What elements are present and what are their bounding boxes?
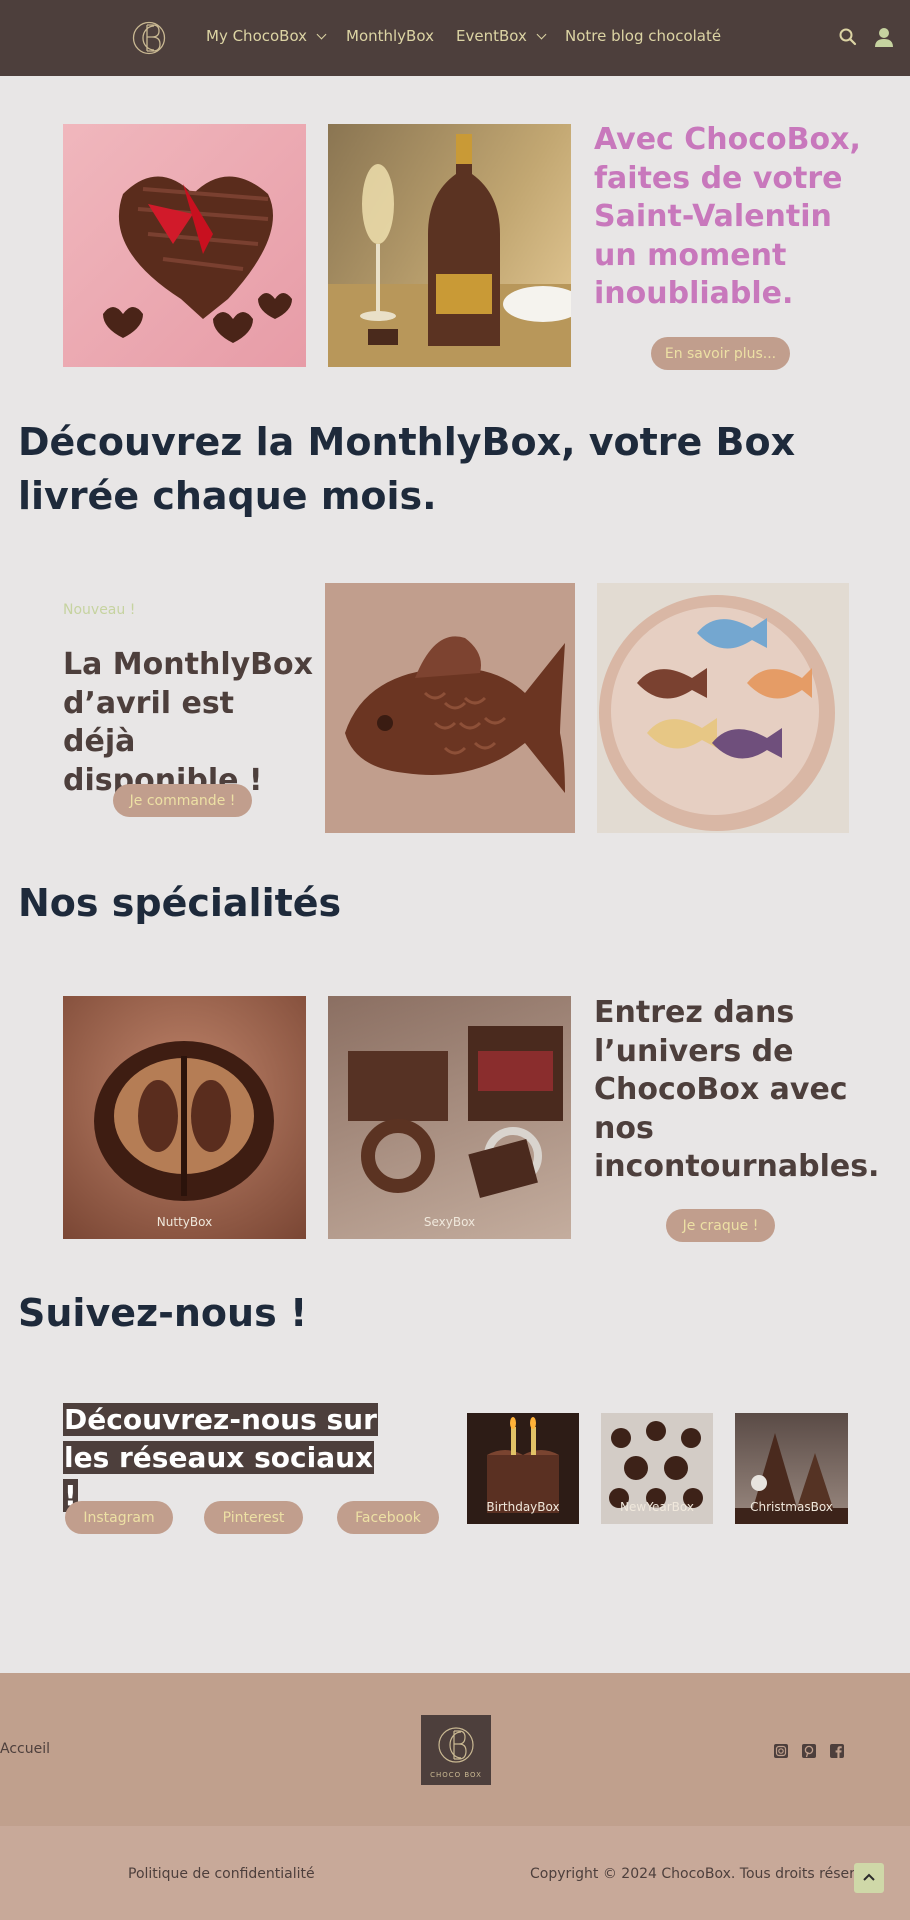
social-heading: Découvrez-nous sur les réseaux sociaux !	[63, 1401, 393, 1515]
footer-logo[interactable]: CHOCO BOX	[421, 1715, 491, 1785]
scroll-to-top-button[interactable]	[854, 1863, 884, 1893]
newyearbox-label: NewYearBox	[620, 1500, 694, 1514]
learn-more-button[interactable]: En savoir plus...	[651, 337, 790, 370]
sexybox-image: SexyBox	[328, 996, 571, 1239]
facebook-button[interactable]: Facebook	[337, 1501, 439, 1534]
cb-monogram-logo[interactable]	[132, 16, 166, 60]
specialties-heading: Entrez dans l’univers de ChocoBox avec n…	[594, 995, 880, 1184]
hero-heading: Avec ChocoBox, faites de votre Saint-Val…	[594, 122, 861, 311]
footer-home-link[interactable]: Accueil	[0, 1741, 50, 1757]
order-button[interactable]: Je commande !	[113, 784, 252, 817]
monthly-section-title: Découvrez la MonthlyBox, votre Box livré…	[18, 420, 796, 518]
footer-logo-text: CHOCO BOX	[430, 1771, 482, 1779]
facebook-icon[interactable]	[829, 1743, 845, 1759]
sexybox-label: SexyBox	[423, 1215, 476, 1229]
chevron-up-icon	[863, 1873, 875, 1881]
search-icon[interactable]	[838, 27, 858, 47]
nav-item-monthlybox[interactable]: MonthlyBox	[346, 27, 434, 45]
nav-item-my-chocobox[interactable]: My ChocoBox	[206, 27, 327, 45]
nav-label: Notre blog chocolaté	[565, 27, 722, 45]
christmasbox-label: ChristmasBox	[750, 1500, 833, 1514]
privacy-link[interactable]: Politique de confidentialité	[128, 1866, 315, 1882]
nuttybox-label: NuttyBox	[156, 1215, 213, 1229]
instagram-button[interactable]: Instagram	[65, 1501, 173, 1534]
chevron-down-icon	[316, 29, 327, 39]
christmasbox-image: ChristmasBox	[735, 1413, 848, 1524]
nav-item-blog[interactable]: Notre blog chocolaté	[565, 27, 721, 45]
site-header: My ChocoBox MonthlyBox EventBox Notre bl…	[0, 0, 910, 76]
heart-chocolate-image	[63, 124, 306, 367]
new-badge: Nouveau !	[63, 602, 136, 618]
birthdaybox-label: BirthdayBox	[486, 1500, 560, 1514]
nav-label: EventBox	[456, 27, 527, 45]
nav-label: MonthlyBox	[346, 27, 434, 45]
nav-label: My ChocoBox	[206, 27, 308, 45]
copyright-text: Copyright © 2024 ChocoBox. Tous droits r…	[530, 1866, 884, 1882]
pinterest-icon[interactable]	[801, 1743, 817, 1759]
nav-item-eventbox[interactable]: EventBox	[456, 27, 547, 45]
pinterest-button[interactable]: Pinterest	[204, 1501, 303, 1534]
chocolate-fish-image	[325, 583, 575, 833]
user-icon[interactable]	[874, 26, 894, 48]
nuttybox-image: NuttyBox	[63, 996, 306, 1239]
chevron-down-icon	[536, 29, 547, 39]
birthdaybox-image: BirthdayBox	[467, 1413, 579, 1524]
newyearbox-image: NewYearBox	[601, 1413, 713, 1524]
social-heading-text: Découvrez-nous sur les réseaux sociaux !	[63, 1403, 378, 1512]
craque-button[interactable]: Je craque !	[666, 1209, 775, 1242]
specialties-title: Nos spécialités	[18, 881, 342, 925]
fish-platter-image	[597, 583, 849, 833]
follow-us-title: Suivez-nous !	[18, 1291, 308, 1335]
monthly-heading: La MonthlyBox d’avril est déjà disponibl…	[63, 647, 313, 798]
champagne-image	[328, 124, 571, 367]
instagram-icon[interactable]	[773, 1743, 789, 1759]
